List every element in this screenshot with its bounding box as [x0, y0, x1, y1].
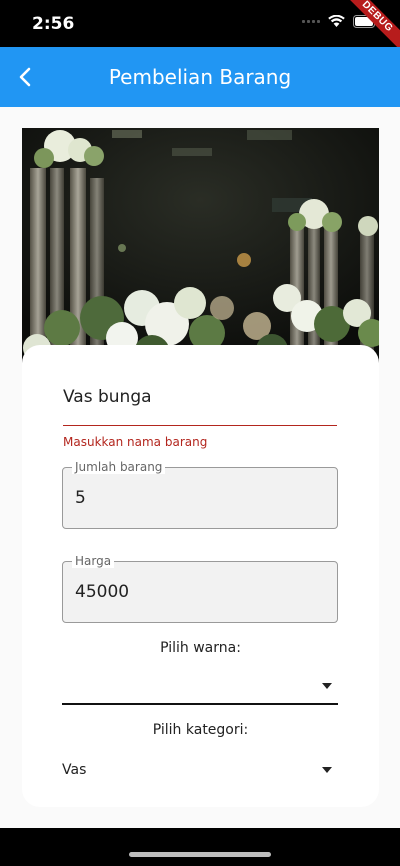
form-card: Vas bunga Masukkan nama barang Jumlah ba… [22, 345, 379, 807]
quantity-field[interactable]: Jumlah barang 5 [62, 460, 338, 529]
wifi-icon [328, 15, 345, 27]
app-bar: Pembelian Barang [0, 47, 400, 107]
content-area: Vas bunga Masukkan nama barang Jumlah ba… [0, 107, 400, 828]
color-dropdown-underline [62, 703, 338, 705]
status-bar: 2:56 DEBUG [0, 0, 400, 54]
color-dropdown[interactable] [62, 673, 338, 705]
color-select-label: Pilih warna: [160, 640, 241, 656]
item-name-underline [63, 425, 337, 426]
page-title: Pembelian Barang [108, 65, 292, 89]
status-time: 2:56 [32, 14, 75, 34]
category-dropdown[interactable]: Vas [62, 757, 338, 785]
item-name-error: Masukkan nama barang [63, 435, 208, 449]
quantity-input[interactable]: 5 [75, 488, 86, 508]
item-name-input[interactable]: Vas bunga [63, 387, 337, 413]
price-field[interactable]: Harga 45000 [62, 554, 338, 623]
price-input[interactable]: 45000 [75, 582, 129, 602]
price-label: Harga [72, 554, 115, 568]
chevron-down-icon [322, 683, 332, 689]
product-image [22, 128, 379, 368]
quantity-label: Jumlah barang [72, 460, 166, 474]
chevron-down-icon [322, 767, 332, 773]
flower-vase-image [22, 128, 379, 368]
signal-icon [302, 20, 320, 23]
category-select-label: Pilih kategori: [152, 722, 249, 738]
item-name-field[interactable]: Vas bunga Masukkan nama barang [63, 387, 337, 449]
system-nav-bar [0, 828, 400, 866]
home-indicator[interactable] [129, 852, 271, 857]
category-dropdown-value: Vas [62, 762, 87, 778]
